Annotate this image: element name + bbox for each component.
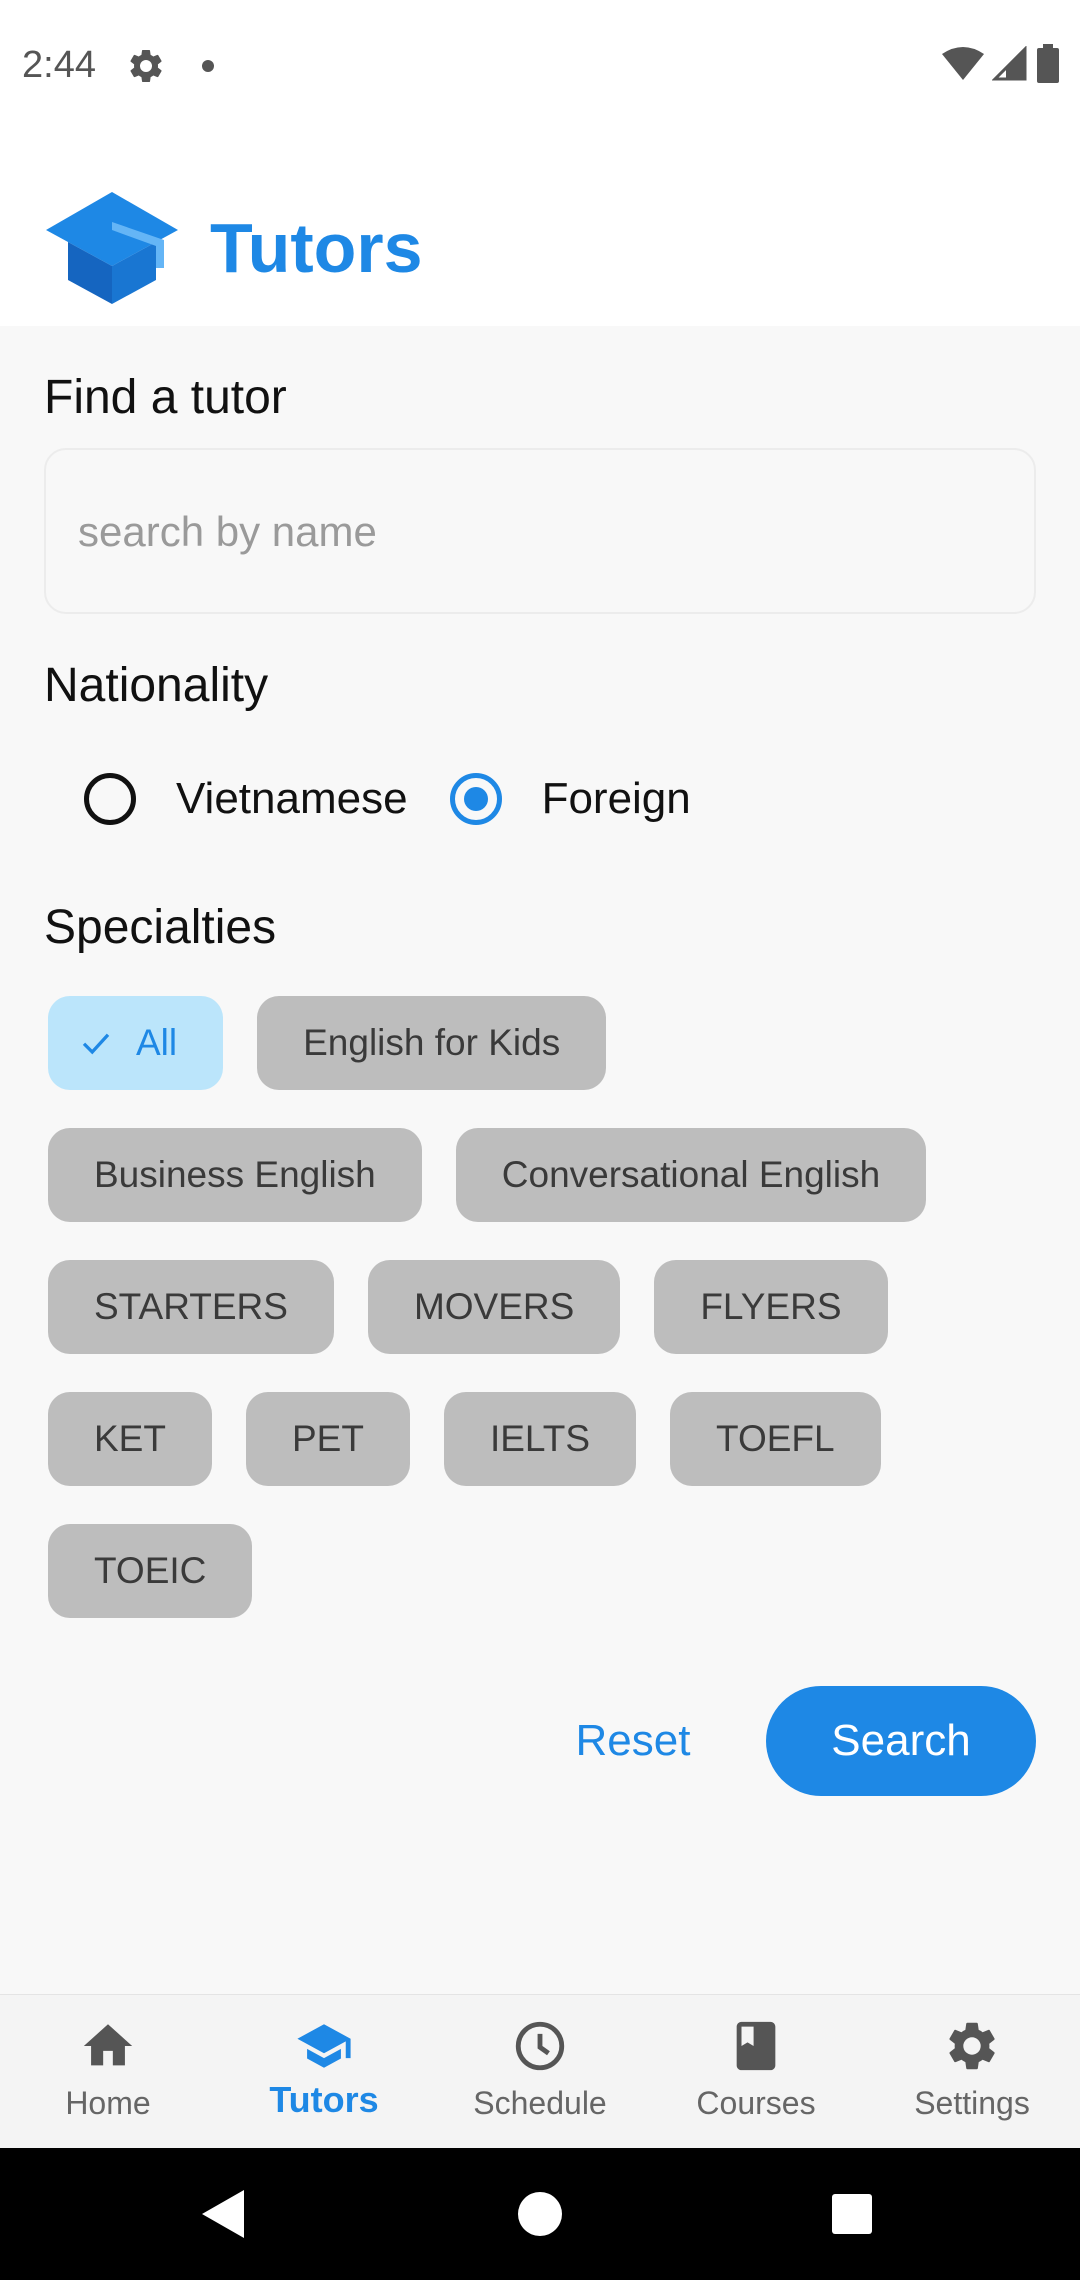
nationality-title: Nationality [44, 659, 269, 712]
signal-icon [992, 46, 1027, 81]
chip-label: Business English [94, 1154, 376, 1195]
book-icon [736, 2021, 776, 2071]
gear-icon [949, 2022, 995, 2070]
chip-label: MOVERS [413, 1286, 575, 1327]
chip-pet[interactable]: PET [245, 1392, 410, 1486]
nav-item-home[interactable]: Home [0, 1995, 216, 2148]
chip-label: PET [291, 1418, 364, 1459]
reset-button[interactable]: Reset [540, 1686, 726, 1796]
recents-icon[interactable] [824, 2186, 880, 2242]
graduation-cap-icon [297, 2024, 351, 2068]
back-icon[interactable] [196, 2186, 252, 2242]
search-filter-panel: Find a tutor Nationality Vietnamese Fore… [0, 326, 1080, 1994]
wifi-icon [942, 47, 984, 80]
chip-conversational-english[interactable]: Conversational English [455, 1128, 927, 1222]
search-box[interactable] [44, 448, 1036, 614]
graduation-cap-logo-icon [46, 192, 178, 304]
nav-label: Settings [914, 2085, 1030, 2121]
radio-vietnamese[interactable] [84, 773, 136, 825]
status-bar: 2:44 [0, 0, 1080, 132]
chip-label: STARTERS [94, 1286, 288, 1327]
chip-label: TOEFL [716, 1418, 835, 1459]
nav-label: Schedule [473, 2085, 607, 2121]
clock-icon [515, 2021, 565, 2071]
radio-label-vietnamese[interactable]: Vietnamese [176, 774, 408, 824]
nationality-radio-group: Vietnamese Foreign [84, 766, 733, 832]
search-input[interactable] [78, 500, 998, 564]
chip-flyers[interactable]: FLYERS [654, 1260, 888, 1354]
nav-item-courses[interactable]: Courses [648, 1995, 864, 2148]
notification-dot-icon [202, 60, 214, 72]
nav-label: Courses [696, 2085, 816, 2121]
nav-label: Home [65, 2085, 151, 2121]
home-icon [83, 2024, 133, 2066]
app-header: Tutors [0, 132, 1080, 326]
specialties-title: Specialties [44, 901, 277, 954]
bottom-navigation: Home Tutors Schedule Courses Settings [0, 1994, 1080, 2148]
chip-toeic[interactable]: TOEIC [48, 1524, 253, 1618]
chip-english-for-kids[interactable]: English for Kids [257, 996, 607, 1090]
radio-foreign[interactable] [449, 773, 502, 825]
chip-movers[interactable]: MOVERS [367, 1260, 621, 1354]
chip-business-english[interactable]: Business English [48, 1128, 422, 1222]
find-tutor-title: Find a tutor [44, 371, 287, 424]
chip-label: English for Kids [303, 1022, 561, 1063]
chip-ielts[interactable]: IELTS [443, 1392, 637, 1486]
battery-icon [1037, 44, 1059, 83]
home-button-icon[interactable] [512, 2186, 568, 2242]
page-title: Tutors [210, 209, 423, 287]
status-icons [942, 44, 1060, 84]
status-time: 2:44 [22, 44, 96, 86]
chip-all[interactable]: All [48, 996, 224, 1090]
chip-label: All [136, 1022, 178, 1063]
nav-item-tutors[interactable]: Tutors [216, 1995, 432, 2148]
check-icon [82, 1033, 110, 1055]
chip-label: Conversational English [501, 1154, 881, 1195]
search-button[interactable]: Search [766, 1686, 1036, 1796]
nav-item-settings[interactable]: Settings [864, 1995, 1080, 2148]
chip-toefl[interactable]: TOEFL [670, 1392, 881, 1486]
chip-label: FLYERS [700, 1286, 842, 1327]
radio-label-foreign[interactable]: Foreign [542, 774, 691, 824]
nav-item-schedule[interactable]: Schedule [432, 1995, 648, 2148]
chip-starters[interactable]: STARTERS [48, 1260, 334, 1354]
chip-label: IELTS [489, 1418, 591, 1459]
system-navigation-bar [0, 2148, 1080, 2280]
chip-ket[interactable]: KET [48, 1392, 212, 1486]
chip-label: KET [94, 1418, 166, 1459]
chip-label: TOEIC [94, 1550, 207, 1591]
settings-notification-icon [130, 49, 162, 82]
nav-label: Tutors [269, 2079, 379, 2120]
specialty-chips: All English for Kids Business English Co… [48, 996, 1048, 1656]
